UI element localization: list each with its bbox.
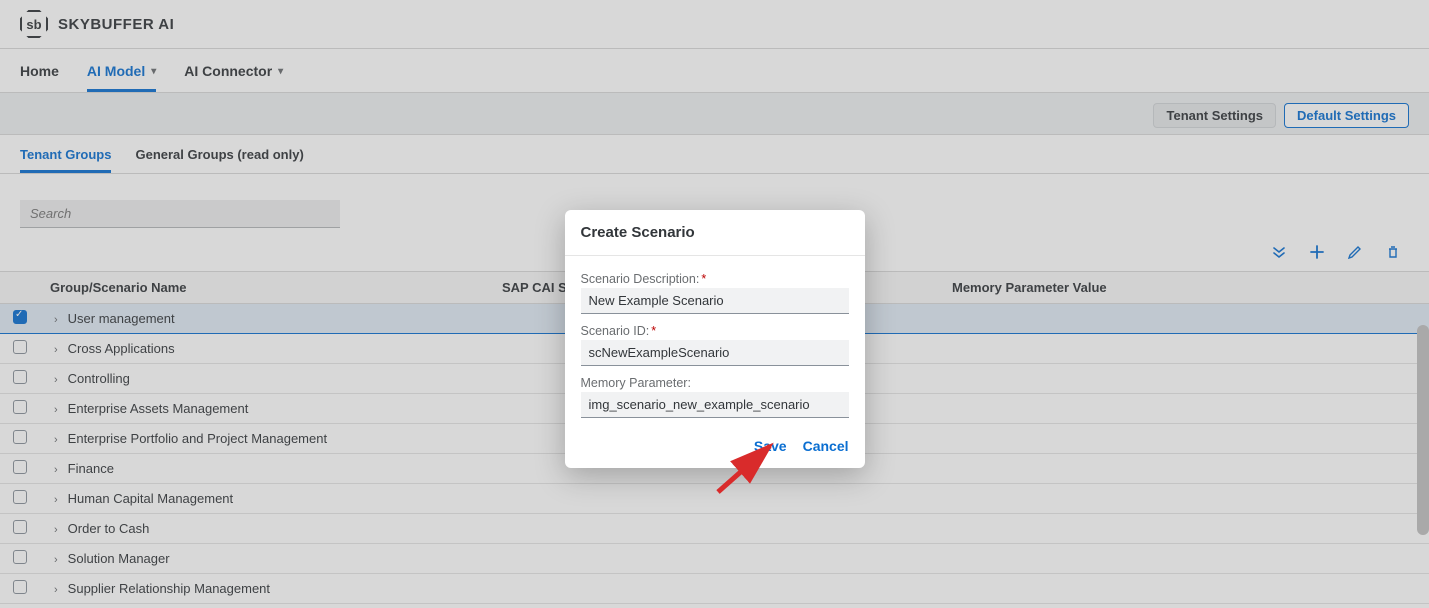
cancel-button[interactable]: Cancel <box>803 438 849 454</box>
memory-parameter-label: Memory Parameter: <box>581 376 849 390</box>
dialog-title: Create Scenario <box>565 210 865 256</box>
scenario-description-input[interactable] <box>581 288 849 314</box>
save-button[interactable]: Save <box>754 438 787 454</box>
scenario-id-input[interactable] <box>581 340 849 366</box>
modal-overlay: Create Scenario Scenario Description: Sc… <box>0 0 1429 608</box>
create-scenario-dialog: Create Scenario Scenario Description: Sc… <box>565 210 865 468</box>
scenario-id-label: Scenario ID: <box>581 324 849 338</box>
memory-parameter-input[interactable] <box>581 392 849 418</box>
scenario-description-label: Scenario Description: <box>581 272 849 286</box>
